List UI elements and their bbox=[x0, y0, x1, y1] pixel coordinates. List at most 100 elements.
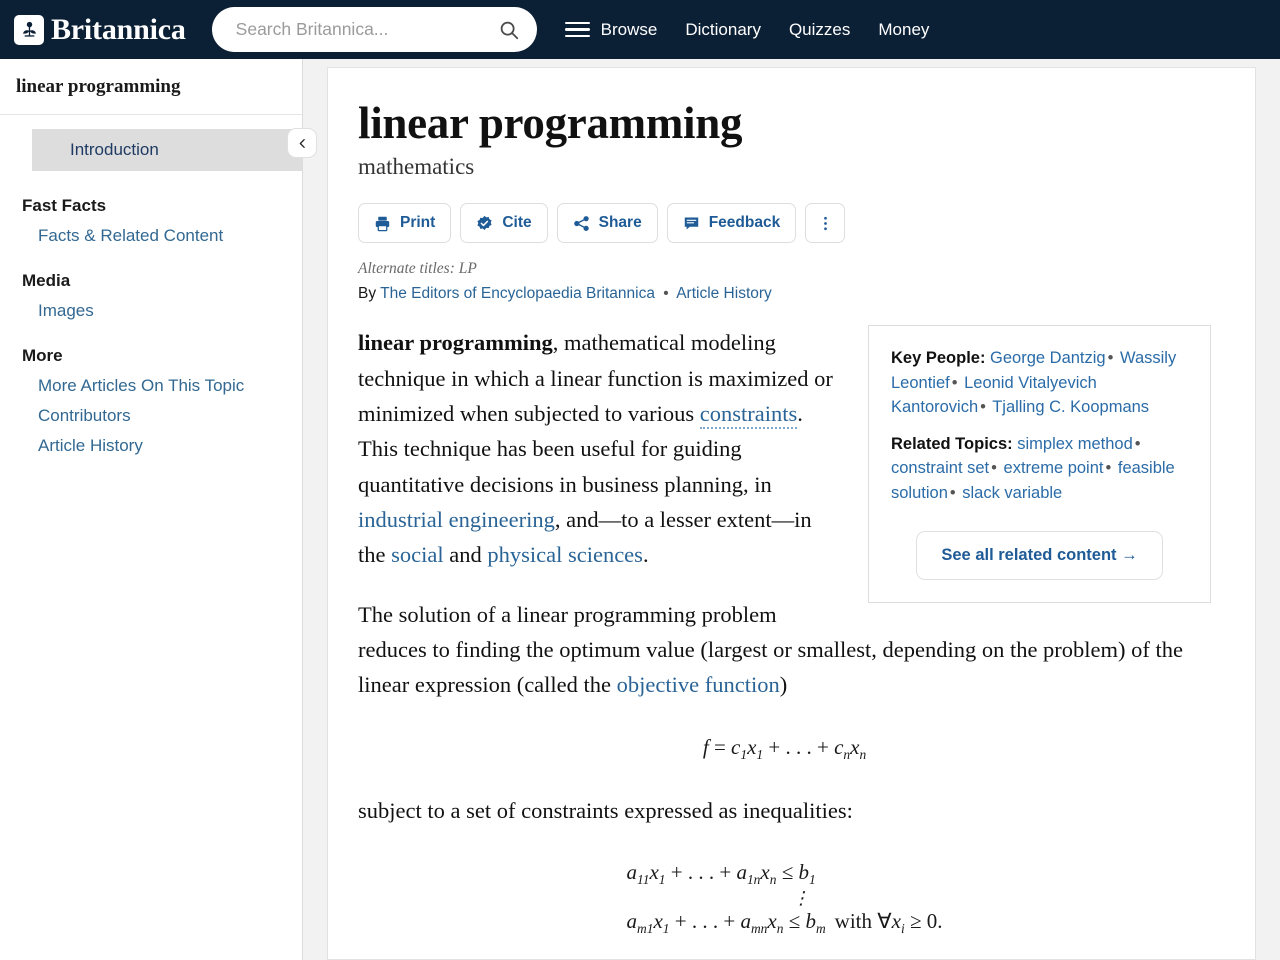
nav-item-label-browse[interactable]: Browse bbox=[601, 20, 658, 40]
sidebar-item-images[interactable]: Images bbox=[0, 291, 302, 321]
article-card: linear programming mathematics Print Cit… bbox=[327, 67, 1256, 960]
nav-item-quizzes[interactable]: Quizzes bbox=[789, 20, 850, 40]
constraint-row-m: am1x1 + . . . + amnxn ≤ bm with ∀xi ≥ 0. bbox=[627, 909, 943, 937]
key-person-link[interactable]: George Dantzig bbox=[990, 349, 1106, 367]
paragraph-2: The solution of a linear programming pro… bbox=[358, 597, 1211, 703]
f2r1-b-sub: 1 bbox=[808, 872, 816, 888]
feedback-button[interactable]: Feedback bbox=[666, 203, 797, 244]
f2r1-a: a bbox=[626, 860, 638, 885]
related-topic-link[interactable]: constraint set bbox=[891, 459, 989, 477]
primary-navigation: Browse Dictionary Quizzes Money bbox=[564, 20, 929, 40]
f2r2-x2-sub: n bbox=[776, 921, 784, 937]
f2r1-x-sub: 1 bbox=[658, 872, 666, 888]
f1-cn: c bbox=[834, 734, 844, 759]
hamburger-menu-icon[interactable] bbox=[564, 21, 590, 38]
sidebar-item-introduction[interactable]: Introduction bbox=[32, 129, 302, 171]
sidebar-group-media: Media bbox=[22, 271, 71, 290]
f1-c1: c bbox=[731, 734, 741, 759]
related-topics-label: Related Topics: bbox=[891, 435, 1013, 454]
f2r2-b: b bbox=[805, 909, 816, 934]
infobox-dot: • bbox=[949, 483, 956, 502]
site-header: Britannica Browse Dictionary Quizzes Mon… bbox=[0, 0, 1280, 59]
byline-article-history-link[interactable]: Article History bbox=[676, 285, 772, 302]
britannica-logo[interactable]: Britannica bbox=[14, 12, 186, 46]
feedback-label: Feedback bbox=[708, 214, 781, 232]
search-box[interactable] bbox=[211, 7, 537, 52]
f2r2-fvar-sub: i bbox=[900, 921, 905, 937]
forall-icon: ∀ bbox=[877, 909, 892, 934]
link-objective-function[interactable]: objective function bbox=[617, 672, 780, 697]
key-person-link[interactable]: Tjalling C. Koopmans bbox=[992, 398, 1149, 416]
sidebar-collapse-button[interactable] bbox=[287, 128, 317, 158]
nav-browse[interactable]: Browse bbox=[564, 20, 658, 40]
nav-item-money[interactable]: Money bbox=[878, 20, 929, 40]
f2r1-a2-sub: 1n bbox=[746, 872, 761, 888]
infobox-dot: • bbox=[1107, 349, 1114, 368]
f1-eq: = bbox=[713, 734, 726, 759]
badge-check-icon bbox=[477, 215, 492, 230]
key-people-label: Key People: bbox=[891, 349, 986, 368]
related-topic-link[interactable]: extreme point bbox=[1004, 459, 1104, 477]
constraints-grid: a11x1 + . . . + a1nxn ≤ b1 ⋮ am1x1 + . .… bbox=[627, 860, 943, 937]
p1-text-5: . bbox=[642, 542, 649, 568]
paragraph-3: subject to a set of constraints expresse… bbox=[358, 797, 853, 823]
constraints-formula: a11x1 + . . . + a1nxn ≤ b1 ⋮ am1x1 + . .… bbox=[358, 860, 1211, 937]
cite-button[interactable]: Cite bbox=[460, 203, 548, 244]
byline-separator: • bbox=[663, 285, 669, 303]
more-options-button[interactable] bbox=[805, 203, 846, 244]
f2r2-a2: a bbox=[740, 909, 751, 934]
sidebar-item-more-articles[interactable]: More Articles On This Topic bbox=[0, 366, 302, 396]
vertical-dots: ⋮ bbox=[792, 888, 811, 909]
infobox-dot: • bbox=[1105, 459, 1112, 478]
f2r2-fvar: x bbox=[891, 909, 901, 934]
link-social[interactable]: social bbox=[391, 542, 443, 567]
f2r2-x-sub: 1 bbox=[662, 921, 670, 937]
sidebar-item-contributors[interactable]: Contributors bbox=[0, 396, 302, 426]
byline-author-link[interactable]: The Editors of Encyclopaedia Britannica bbox=[380, 285, 655, 302]
f2r2-b-sub: m bbox=[815, 921, 826, 937]
objective-function-formula: f = c1x1 + . . . + cnxn bbox=[358, 735, 1211, 763]
article-subtitle: mathematics bbox=[358, 154, 475, 180]
f1-xn-sub: n bbox=[859, 746, 867, 762]
share-nodes-icon bbox=[573, 215, 589, 231]
nav-item-dictionary[interactable]: Dictionary bbox=[685, 20, 761, 40]
comment-icon bbox=[684, 217, 698, 230]
f2r1-x2-sub: n bbox=[769, 872, 777, 888]
link-constraints[interactable]: constraints bbox=[699, 401, 798, 430]
f2r2-a-sub: m1 bbox=[637, 921, 654, 937]
f1-ellipsis: + . . . + bbox=[768, 734, 829, 759]
page-title: linear programming bbox=[358, 98, 743, 148]
related-topic-link[interactable]: simplex method bbox=[1017, 435, 1133, 453]
thistle-logo-icon bbox=[14, 14, 44, 45]
f2r2-a2-sub: mn bbox=[750, 921, 768, 937]
share-button[interactable]: Share bbox=[556, 203, 658, 244]
related-content-infobox: Key People: George Dantzig • Wassily Leon… bbox=[868, 325, 1211, 603]
f2r1-a-sub: 11 bbox=[637, 872, 650, 888]
link-industrial-engineering[interactable]: industrial engineering bbox=[358, 507, 555, 532]
f2r2-x2: x bbox=[767, 909, 777, 934]
infobox-dot: • bbox=[1134, 435, 1141, 454]
sidebar-item-facts-related-content[interactable]: Facts & Related Content bbox=[0, 216, 302, 246]
infobox-dot: • bbox=[951, 373, 958, 392]
f2r1-b: b bbox=[798, 860, 809, 885]
f1-lhs: f bbox=[702, 734, 709, 759]
f2r2-a: a bbox=[626, 909, 638, 934]
lead-term: linear programming bbox=[358, 330, 553, 356]
sidebar-header: linear programming bbox=[0, 59, 302, 115]
f2r2-with: with bbox=[834, 909, 873, 934]
f2r1-rel: ≤ bbox=[781, 860, 794, 885]
sidebar-item-article-history[interactable]: Article History bbox=[0, 426, 302, 456]
related-topic-link[interactable]: slack variable bbox=[962, 484, 1062, 502]
search-input[interactable] bbox=[233, 18, 498, 41]
link-physical-sciences[interactable]: physical sciences bbox=[487, 542, 643, 567]
print-label: Print bbox=[400, 214, 436, 232]
infobox-dot: • bbox=[991, 459, 997, 478]
infobox-dot: • bbox=[980, 397, 986, 416]
f2r2-ellipsis: + . . . + bbox=[674, 909, 736, 934]
see-all-related-content-button[interactable]: See all related content → bbox=[916, 530, 1163, 580]
key-people-row: Key People: George Dantzig • Wassily Leon… bbox=[891, 346, 1188, 419]
search-icon[interactable] bbox=[498, 19, 520, 41]
print-button[interactable]: Print bbox=[358, 203, 452, 244]
brand-wordmark: Britannica bbox=[51, 12, 186, 46]
see-all-wrapper: See all related content → bbox=[891, 530, 1188, 580]
